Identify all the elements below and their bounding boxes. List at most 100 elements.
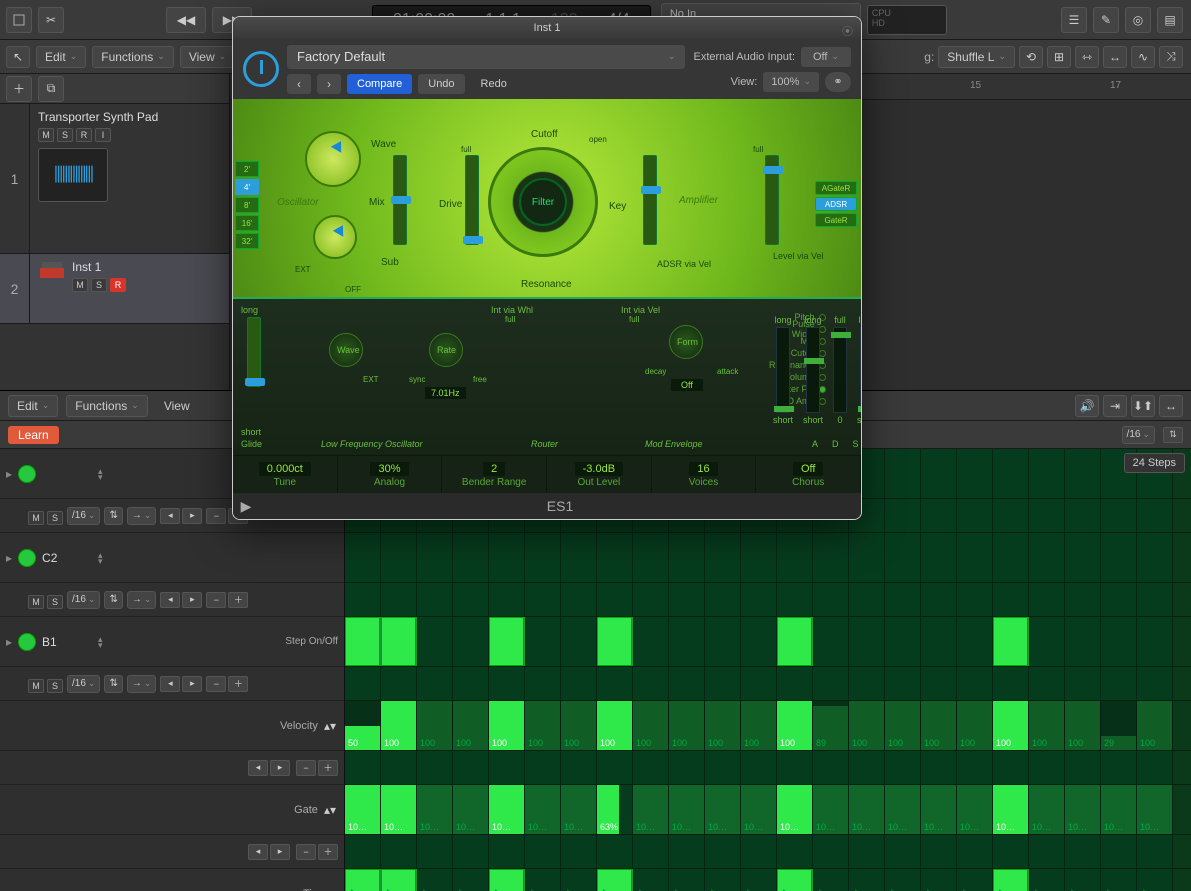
step-cell[interactable] [1029, 533, 1065, 582]
step-cell[interactable] [1137, 583, 1173, 616]
track-m-button[interactable]: M [72, 278, 88, 292]
lane-incdec[interactable]: ⇅ [104, 507, 122, 525]
gate-cell[interactable]: 10… [705, 785, 741, 834]
step-cell[interactable] [489, 835, 525, 868]
track-row[interactable]: 2 Inst 1 MSR [0, 254, 229, 324]
link-icon[interactable]: ⇿ [1075, 46, 1099, 68]
velocity-cell[interactable]: 100 [705, 701, 741, 750]
tie-cell[interactable] [669, 869, 705, 891]
preset-selector[interactable]: Factory Default⌄ [287, 45, 685, 69]
power-button[interactable] [243, 51, 279, 87]
step-cell[interactable] [705, 533, 741, 582]
gate-cell[interactable]: 10… [417, 785, 453, 834]
lane-rotate-right[interactable]: ▸ [182, 676, 202, 692]
step-cell[interactable] [957, 499, 993, 532]
step-cell[interactable] [489, 583, 525, 616]
gate-cell[interactable]: 10… [885, 785, 921, 834]
env-adsr[interactable]: ADSR [815, 197, 857, 211]
velocity-cell[interactable]: 100 [741, 701, 777, 750]
zoom-h-icon[interactable]: ↔ [1103, 46, 1127, 68]
step-cell[interactable] [489, 751, 525, 784]
lane-s-button[interactable]: S [47, 679, 63, 693]
step-cell[interactable] [1137, 667, 1173, 700]
step-cell[interactable] [1137, 499, 1173, 532]
step-cell[interactable] [489, 617, 525, 666]
step-cell[interactable] [417, 835, 453, 868]
lane-incdec[interactable]: ⇅ [104, 675, 122, 693]
step-cell[interactable] [921, 835, 957, 868]
form-value[interactable]: Off [671, 379, 703, 391]
param-voices[interactable]: 16Voices [652, 456, 757, 493]
step-cell[interactable] [597, 751, 633, 784]
step-cell[interactable] [1101, 583, 1137, 616]
step-cell[interactable] [921, 751, 957, 784]
duplicate-track-button[interactable]: ⧉ [38, 76, 64, 102]
redo-button[interactable]: Redo [471, 74, 517, 94]
lane-dec[interactable]: − [206, 508, 226, 524]
step-cell[interactable] [993, 533, 1029, 582]
step-cell[interactable] [813, 583, 849, 616]
velocity-cell[interactable]: 100 [417, 701, 453, 750]
step-cell[interactable] [741, 751, 777, 784]
mix-slider[interactable] [393, 155, 407, 245]
step-cell[interactable] [525, 533, 561, 582]
snap-icon[interactable]: ⊞ [1047, 46, 1071, 68]
step-cell[interactable] [345, 533, 381, 582]
lane-rotate-left[interactable]: ◂ [160, 508, 180, 524]
drive-slider[interactable] [465, 155, 479, 245]
footage-selector[interactable]: 2'4'8'16'32' [235, 161, 259, 249]
step-cell[interactable] [417, 583, 453, 616]
env-gater[interactable]: GateR [815, 213, 857, 227]
step-cell[interactable] [561, 583, 597, 616]
footage-8'[interactable]: 8' [235, 197, 259, 213]
step-cell[interactable] [561, 617, 597, 666]
step-cell[interactable] [993, 751, 1029, 784]
gate-cell[interactable]: 10… [777, 785, 813, 834]
track-r-button[interactable]: R [76, 128, 92, 142]
step-cell[interactable] [633, 617, 669, 666]
lane-disc-icon[interactable] [18, 549, 36, 567]
step-cell[interactable] [993, 583, 1029, 616]
lane-m-button[interactable]: M [28, 679, 44, 693]
tie-cell[interactable] [489, 869, 525, 891]
tie-cell[interactable] [741, 869, 777, 891]
step-cell[interactable] [993, 667, 1029, 700]
step-cell[interactable] [813, 835, 849, 868]
step-cell[interactable] [525, 617, 561, 666]
velocity-cell[interactable]: 100 [381, 701, 417, 750]
step-cell[interactable] [849, 617, 885, 666]
step-cell[interactable] [417, 617, 453, 666]
add-track-button[interactable]: ＋ [6, 76, 32, 102]
step-cell[interactable] [885, 617, 921, 666]
step-cell[interactable] [741, 617, 777, 666]
footage-32'[interactable]: 32' [235, 233, 259, 249]
step-cell[interactable] [1029, 449, 1065, 498]
lane-division[interactable]: /16⌄ [67, 675, 100, 693]
tie-cell[interactable] [885, 869, 921, 891]
step-cell[interactable] [813, 533, 849, 582]
step-cell[interactable] [1101, 499, 1137, 532]
steps-count[interactable]: 24 Steps [1124, 453, 1185, 473]
velocity-cell[interactable]: 100 [957, 701, 993, 750]
step-cell[interactable] [345, 751, 381, 784]
step-cell[interactable] [1137, 617, 1173, 666]
sub-dec[interactable]: − [296, 760, 316, 776]
lane-division[interactable]: /16⌄ [67, 591, 100, 609]
step-cell[interactable] [381, 583, 417, 616]
step-cell[interactable] [741, 667, 777, 700]
seq-edit-menu[interactable]: Edit⌄ [8, 395, 58, 417]
step-cell[interactable] [1137, 835, 1173, 868]
step-cell[interactable] [489, 533, 525, 582]
velocity-cell[interactable]: 100 [525, 701, 561, 750]
lane-row[interactable]: ▸ C2 ▴▾ [0, 533, 344, 583]
lane-dec[interactable]: − [206, 676, 226, 692]
preset-next[interactable]: › [317, 74, 341, 94]
step-cell[interactable] [417, 533, 453, 582]
step-cell[interactable] [453, 751, 489, 784]
catch-icon[interactable]: ⟲ [1019, 46, 1043, 68]
step-cell[interactable] [705, 751, 741, 784]
step-cell[interactable] [813, 667, 849, 700]
step-cell[interactable] [1101, 751, 1137, 784]
preset-prev[interactable]: ‹ [287, 74, 311, 94]
tie-cell[interactable] [777, 869, 813, 891]
